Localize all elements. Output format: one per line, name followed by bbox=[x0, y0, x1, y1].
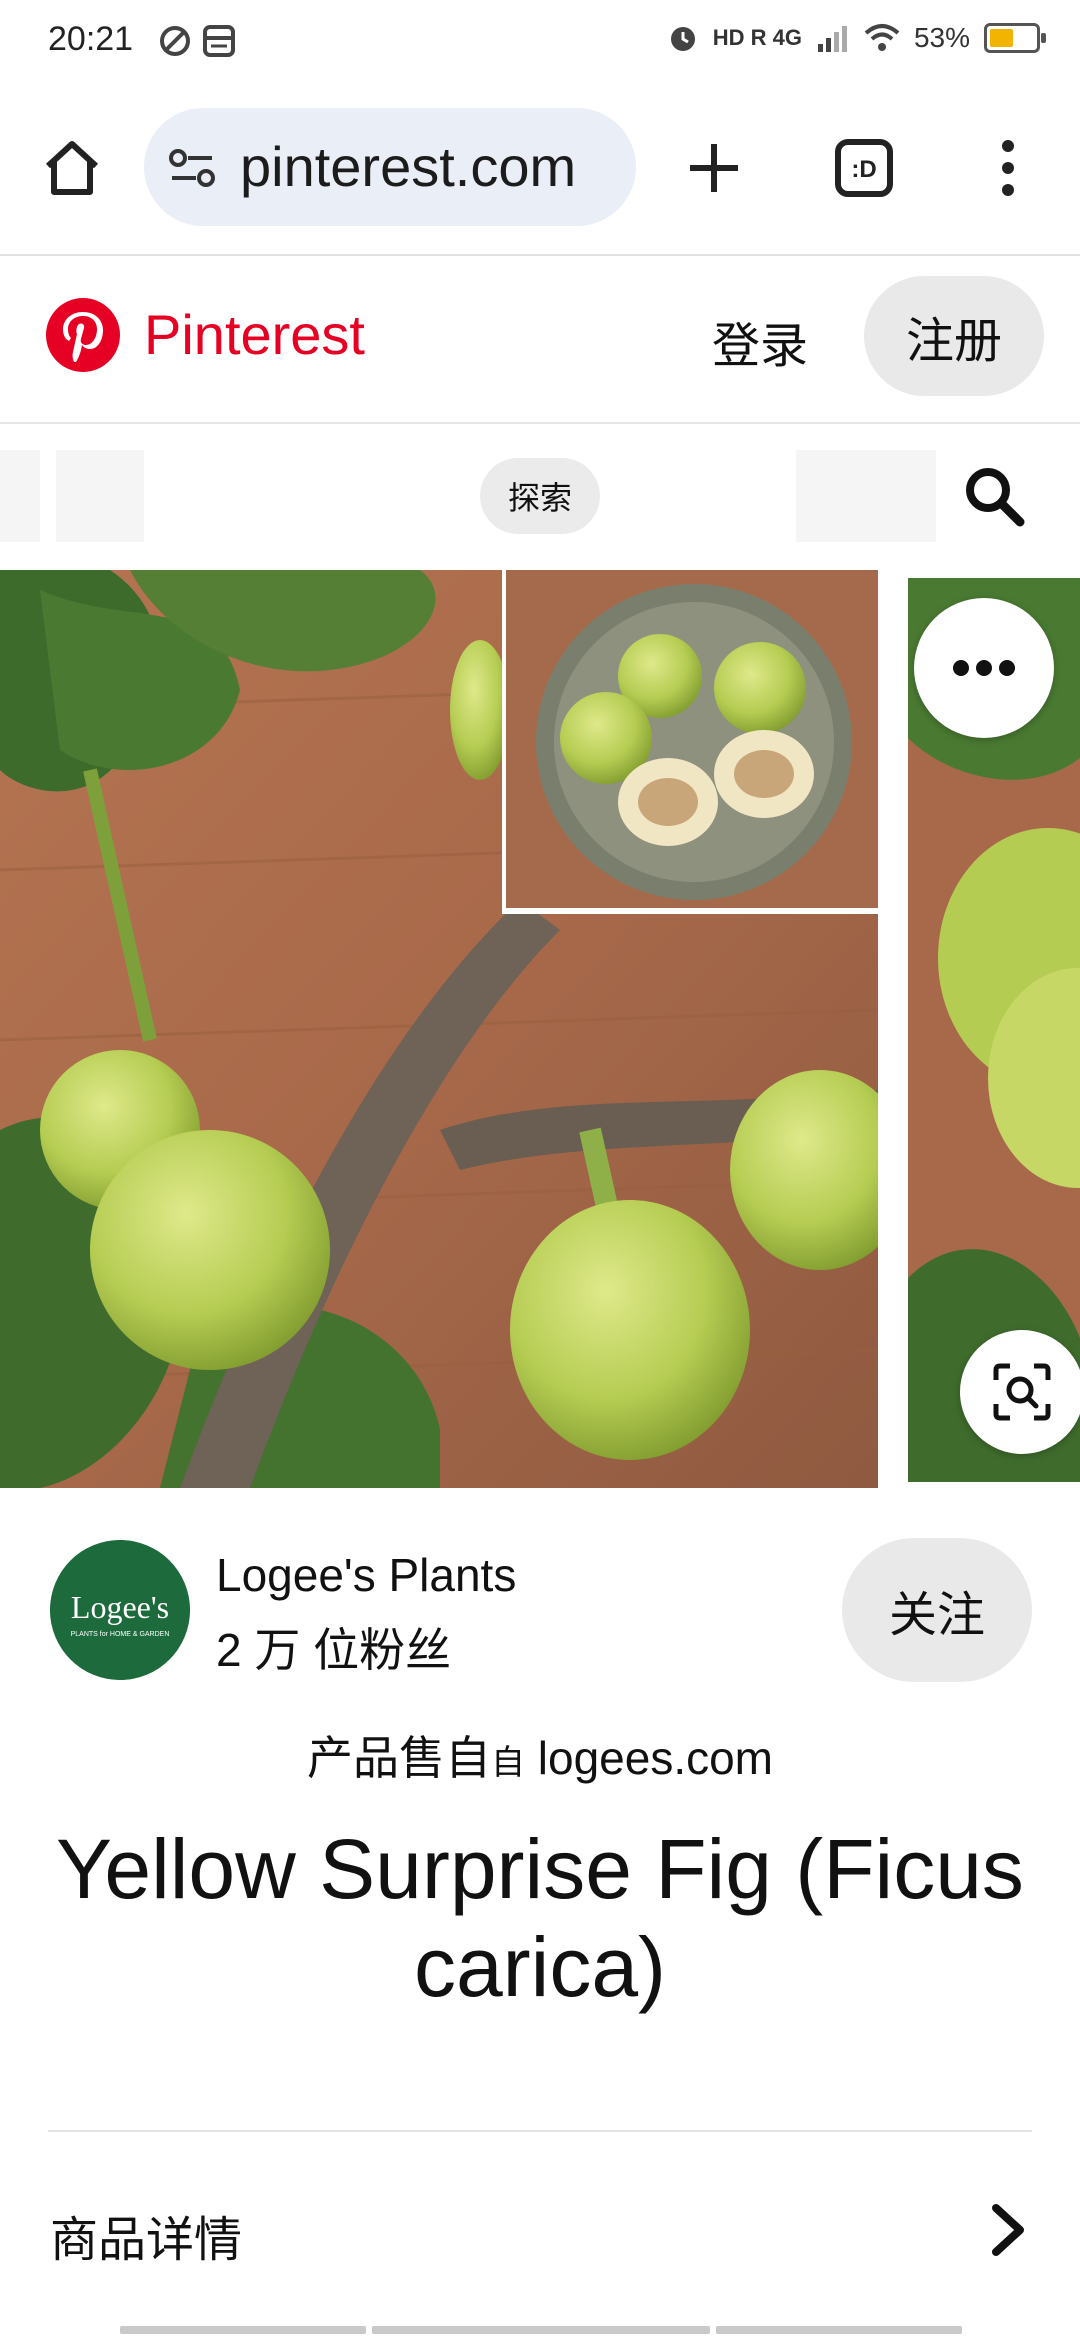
sync-icon bbox=[160, 26, 190, 56]
battery-icon bbox=[984, 23, 1046, 53]
site-settings-icon[interactable] bbox=[168, 148, 216, 190]
product-details-label: 商品详情 bbox=[50, 2214, 243, 2267]
more-options-button[interactable] bbox=[914, 598, 1054, 738]
login-button[interactable]: 登录 bbox=[712, 306, 808, 376]
status-indicators: HD R 4G 53% bbox=[667, 22, 1046, 54]
svg-text::D: :D bbox=[851, 156, 876, 183]
pinterest-brand[interactable]: Pinterest bbox=[144, 302, 365, 367]
network-indicator: HD R 4G bbox=[712, 25, 802, 50]
new-tab-icon[interactable] bbox=[688, 142, 740, 194]
status-time: 20:21 bbox=[48, 20, 134, 58]
menu-icon[interactable] bbox=[996, 138, 1020, 198]
sold-by-zi: 自 bbox=[490, 1744, 525, 1782]
creator-name[interactable]: Logee's Plants bbox=[216, 1548, 516, 1602]
signal-icon bbox=[817, 26, 847, 52]
avatar-logo-subtext: PLANTS for HOME & GARDEN bbox=[71, 1631, 170, 1638]
more-dots-icon bbox=[953, 660, 1015, 676]
wifi-icon bbox=[864, 24, 900, 51]
battery-percent: 53% bbox=[913, 22, 970, 53]
follow-button[interactable]: 关注 bbox=[842, 1538, 1032, 1682]
lens-search-icon bbox=[993, 1363, 1051, 1421]
chevron-right-icon bbox=[992, 2204, 1024, 2256]
placeholder-block bbox=[0, 450, 40, 542]
explore-tab[interactable]: 探索 bbox=[480, 458, 600, 534]
url-text[interactable]: pinterest.com bbox=[240, 134, 612, 199]
alarm-icon bbox=[670, 27, 695, 51]
sold-by-domain[interactable]: logees.com bbox=[538, 1732, 773, 1784]
search-icon[interactable] bbox=[962, 464, 1026, 528]
bottom-scroll-tabs bbox=[0, 2326, 1080, 2340]
visual-search-button[interactable] bbox=[960, 1330, 1080, 1454]
home-icon[interactable] bbox=[42, 138, 102, 198]
pinterest-logo-icon[interactable] bbox=[46, 298, 120, 372]
card-icon bbox=[203, 25, 235, 57]
sold-by-line: 产品售自自 logees.com bbox=[0, 1722, 1080, 1788]
tab-switcher-icon[interactable]: :D bbox=[834, 138, 894, 198]
placeholder-block bbox=[796, 450, 936, 542]
placeholder-block bbox=[56, 450, 144, 542]
status-bar: 20:21 HD R 4G 53% bbox=[0, 0, 1080, 86]
pin-title: Yellow Surprise Fig (Ficus carica) bbox=[56, 1822, 1024, 2014]
creator-avatar[interactable]: Logee's PLANTS for HOME & GARDEN bbox=[50, 1540, 190, 1680]
pin-image[interactable] bbox=[0, 570, 878, 1488]
signup-button[interactable]: 注册 bbox=[864, 276, 1044, 396]
avatar-logo-text: Logee's bbox=[71, 1589, 169, 1625]
creator-followers: 2 万 位粉丝 bbox=[216, 1624, 452, 1676]
battery-level bbox=[990, 29, 1014, 47]
divider bbox=[48, 2130, 1032, 2132]
sold-by-prefix: 产品售自 bbox=[306, 1732, 491, 1784]
